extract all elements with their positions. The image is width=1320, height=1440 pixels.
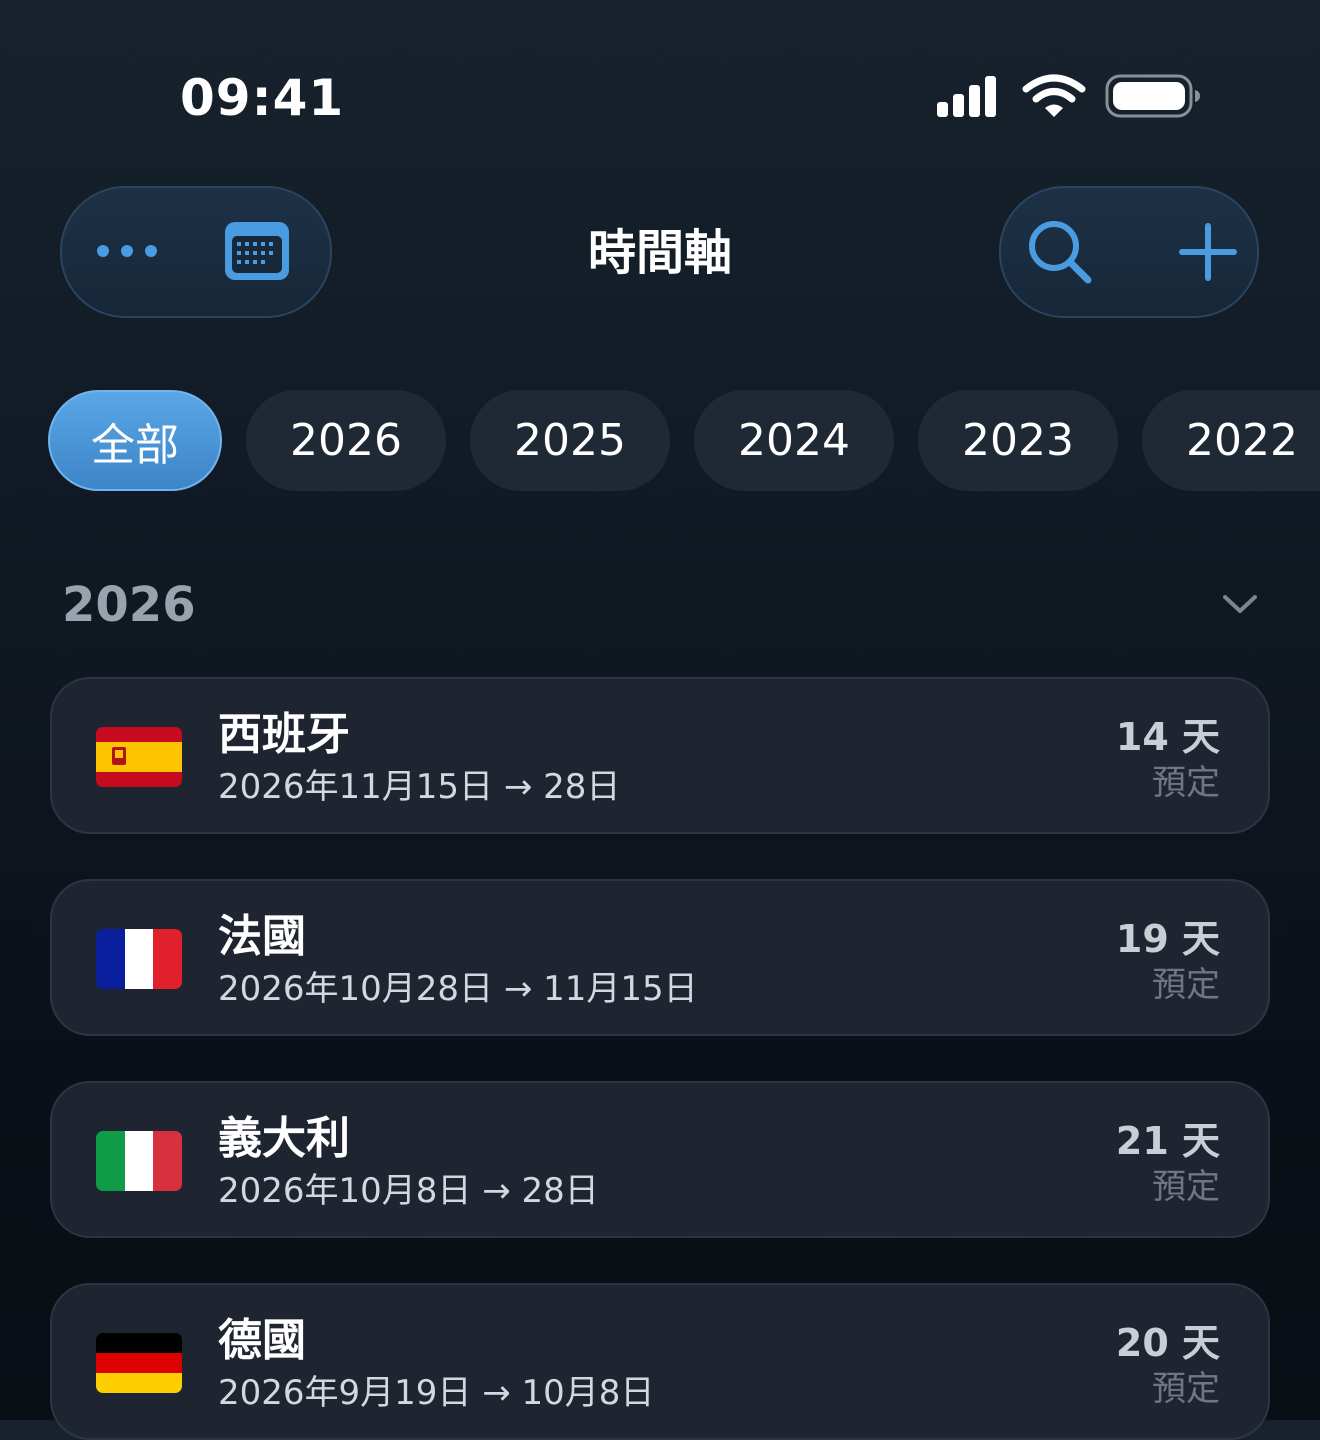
trip-card-france[interactable]: 法國 2026年10月28日 → 11月15日 19 天 預定 <box>50 879 1270 1036</box>
trip-duration: 19 天 <box>1115 917 1220 961</box>
filter-chip-2026[interactable]: 2026 <box>246 390 446 491</box>
add-button[interactable] <box>1163 212 1253 296</box>
trip-country: 西班牙 <box>218 709 350 760</box>
filter-chip-2024[interactable]: 2024 <box>694 390 894 491</box>
trip-card-germany[interactable]: 德國 2026年9月19日 → 10月8日 20 天 預定 <box>50 1283 1270 1440</box>
france-flag-icon <box>96 929 182 989</box>
trip-duration: 14 天 <box>1115 715 1220 759</box>
trip-status: 預定 <box>1152 1369 1220 1409</box>
trip-dates: 2026年10月28日 → 11月15日 <box>218 969 698 1009</box>
trip-card-spain[interactable]: 西班牙 2026年11月15日 → 28日 14 天 預定 <box>50 677 1270 834</box>
trip-status: 預定 <box>1152 1167 1220 1207</box>
trip-dates: 2026年11月15日 → 28日 <box>218 767 621 807</box>
status-time: 09:41 <box>180 69 345 127</box>
chevron-down-icon <box>1220 591 1260 621</box>
calendar-button[interactable] <box>212 214 302 292</box>
plus-icon <box>1178 222 1238 286</box>
germany-flag-icon <box>96 1333 182 1393</box>
status-icons <box>934 72 1204 122</box>
filter-chip-2022[interactable]: 2022 <box>1142 390 1320 491</box>
trip-country: 義大利 <box>218 1113 350 1164</box>
right-toolbar-group <box>999 186 1259 318</box>
trip-dates: 2026年9月19日 → 10月8日 <box>218 1373 655 1413</box>
trip-country: 德國 <box>218 1315 306 1366</box>
section-collapse-button[interactable] <box>1214 582 1266 630</box>
filter-chip-all[interactable]: 全部 <box>48 390 222 491</box>
cellular-signal-icon <box>934 72 1004 126</box>
search-icon <box>1025 217 1095 291</box>
italy-flag-icon <box>96 1131 182 1191</box>
battery-icon <box>1104 72 1204 126</box>
search-button[interactable] <box>1015 212 1105 296</box>
more-button[interactable] <box>82 218 172 288</box>
trip-duration: 20 天 <box>1115 1321 1220 1365</box>
trip-status: 預定 <box>1152 763 1220 803</box>
page-title: 時間軸 <box>587 225 732 281</box>
trip-duration: 21 天 <box>1115 1119 1220 1163</box>
trip-dates: 2026年10月8日 → 28日 <box>218 1171 599 1211</box>
trip-country: 法國 <box>218 911 306 962</box>
calendar-icon <box>222 219 292 287</box>
filter-chip-2023[interactable]: 2023 <box>918 390 1118 491</box>
left-toolbar-group <box>60 186 332 318</box>
ellipsis-icon <box>95 241 159 265</box>
wifi-icon <box>1022 72 1086 126</box>
section-year-header: 2026 <box>62 577 196 633</box>
filter-chip-2025[interactable]: 2025 <box>470 390 670 491</box>
spain-flag-icon <box>96 727 182 787</box>
trip-card-italy[interactable]: 義大利 2026年10月8日 → 28日 21 天 預定 <box>50 1081 1270 1238</box>
trip-status: 預定 <box>1152 965 1220 1005</box>
